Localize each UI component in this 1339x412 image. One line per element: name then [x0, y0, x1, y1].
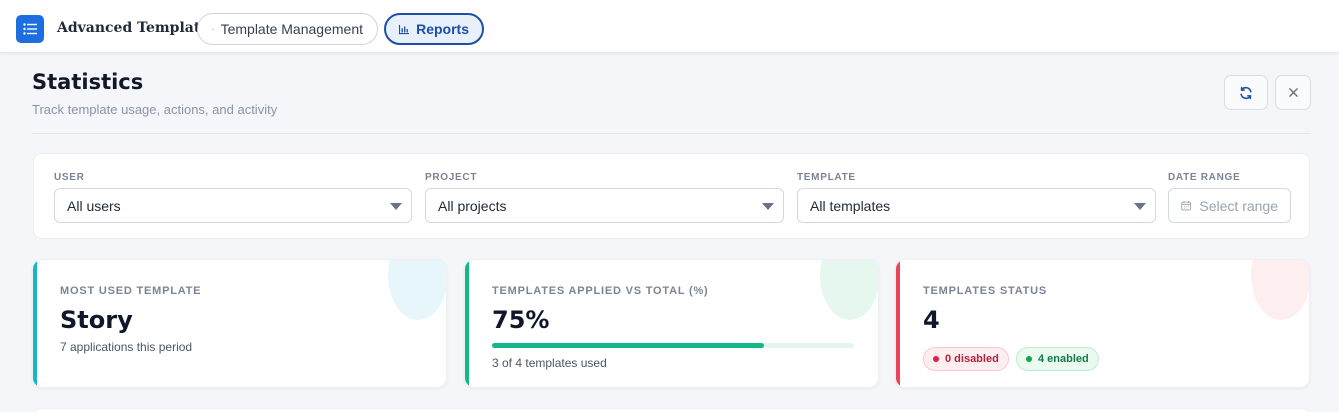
card-accent — [896, 260, 900, 387]
card-accent — [33, 260, 37, 387]
close-icon — [1288, 88, 1298, 97]
close-button[interactable] — [1275, 75, 1311, 110]
top-bar: Advanced Template Template Management Re… — [0, 0, 1339, 53]
list-icon — [212, 28, 214, 30]
project-select-value: All projects — [438, 197, 507, 214]
calendar-icon — [1181, 200, 1192, 211]
templates-applied-sub: 3 of 4 templates used — [492, 356, 607, 370]
most-used-template-card: MOST USED TEMPLATE Story 7 applications … — [32, 259, 447, 388]
status-dot — [933, 356, 939, 362]
refresh-icon — [1240, 86, 1252, 99]
app-list-icon[interactable] — [16, 15, 44, 43]
template-select-value: All templates — [810, 197, 891, 214]
disabled-count: 0 disabled — [945, 353, 999, 365]
templates-applied-value: 75% — [492, 306, 550, 334]
tab-template-management[interactable]: Template Management — [197, 13, 378, 45]
refresh-button[interactable] — [1224, 75, 1268, 110]
user-select[interactable]: All users — [54, 188, 412, 223]
page-subtitle: Track template usage, actions, and activ… — [32, 102, 278, 117]
tab-reports-label: Reports — [416, 21, 469, 37]
enabled-badge: 4 enabled — [1016, 347, 1099, 371]
chevron-down-icon — [390, 203, 402, 210]
card-label: TEMPLATES APPLIED VS TOTAL (%) — [492, 285, 709, 297]
app-title: Advanced Template — [57, 20, 210, 36]
project-filter-label: PROJECT — [425, 172, 478, 183]
tab-reports[interactable]: Reports — [384, 13, 484, 45]
card-label: MOST USED TEMPLATE — [60, 285, 202, 297]
tab-template-management-label: Template Management — [220, 21, 363, 37]
project-select[interactable]: All projects — [425, 188, 784, 223]
template-select[interactable]: All templates — [797, 188, 1156, 223]
templates-applied-card: TEMPLATES APPLIED VS TOTAL (%) 75% 3 of … — [464, 259, 879, 388]
status-dot — [1026, 356, 1032, 362]
decorative-circle — [388, 260, 446, 320]
filters-card: USER All users PROJECT All projects TEMP… — [33, 153, 1310, 239]
disabled-badge: 0 disabled — [923, 347, 1009, 371]
card-label: TEMPLATES STATUS — [923, 285, 1048, 297]
bar-chart-icon — [399, 24, 410, 34]
next-section-card — [33, 408, 1310, 412]
decorative-circle — [820, 260, 878, 320]
date-range-picker[interactable]: Select range — [1168, 188, 1291, 223]
template-filter-label: TEMPLATE — [797, 172, 856, 183]
most-used-template-value: Story — [60, 306, 133, 334]
decorative-circle — [1251, 260, 1309, 320]
date-range-placeholder: Select range — [1199, 197, 1278, 214]
user-filter-label: USER — [54, 172, 85, 183]
page-title: Statistics — [32, 70, 144, 94]
usage-progress-fill — [492, 343, 764, 348]
most-used-template-sub: 7 applications this period — [60, 340, 193, 354]
enabled-count: 4 enabled — [1038, 353, 1089, 365]
templates-status-value: 4 — [923, 306, 940, 334]
header-divider — [32, 133, 1311, 134]
user-select-value: All users — [67, 197, 121, 214]
date-range-label: DATE RANGE — [1168, 172, 1241, 183]
usage-progress-bar — [492, 343, 854, 348]
chevron-down-icon — [762, 203, 774, 210]
card-accent — [465, 260, 469, 387]
chevron-down-icon — [1134, 203, 1146, 210]
templates-status-card: TEMPLATES STATUS 4 0 disabled 4 enabled — [895, 259, 1310, 388]
